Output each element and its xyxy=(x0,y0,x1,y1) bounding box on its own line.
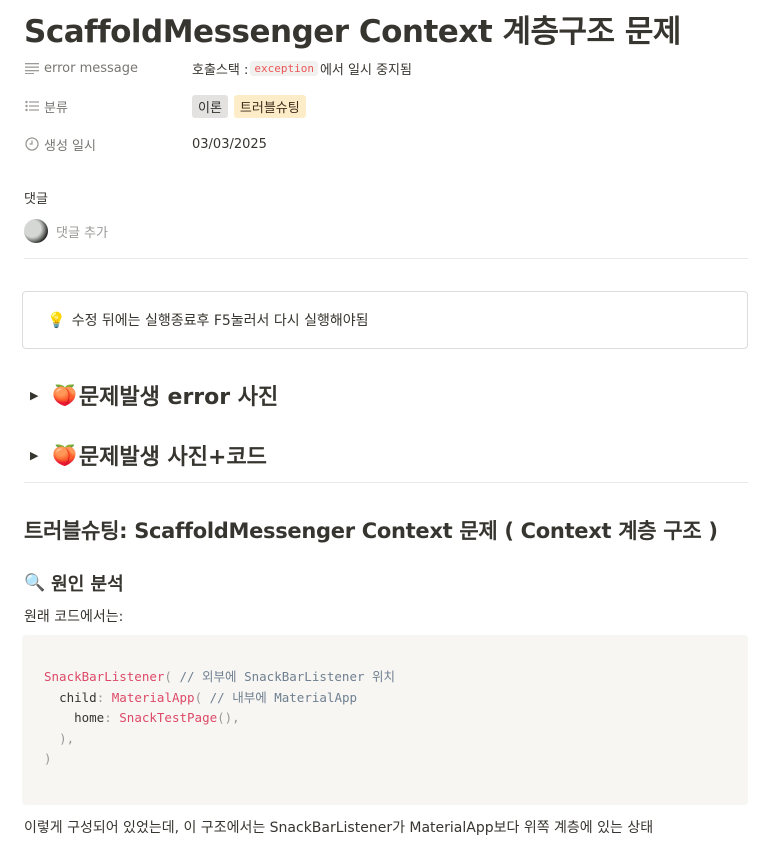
category-label: 분류 xyxy=(44,100,68,116)
callout-text: 수정 뒤에는 실행종료후 F5눌러서 다시 실행해야됨 xyxy=(71,313,369,329)
error-message-label: error message xyxy=(44,60,139,76)
comment-input[interactable]: 댓글 추가 xyxy=(56,222,108,241)
code-token: ), xyxy=(59,730,75,746)
property-category[interactable]: 분류 이론 트러블슈팅 xyxy=(24,91,312,121)
toggle-error-photo[interactable]: ▶ 🍑 문제발생 error 사진 xyxy=(30,379,278,411)
callout: 💡 수정 뒤에는 실행종료후 F5눌러서 다시 실행해야됨 xyxy=(22,291,748,349)
divider xyxy=(24,482,748,483)
error-message-value[interactable]: 호출스택 : exception 에서 일시 중지됨 xyxy=(192,59,412,78)
lightbulb-icon: 💡 xyxy=(47,311,66,329)
subsection-heading: 🔍 원인 분석 xyxy=(24,570,124,596)
code-comment: SnackBarListener xyxy=(244,669,365,684)
code-token: home xyxy=(74,710,105,725)
code-token: MaterialApp xyxy=(111,689,195,705)
code-comment: // 외부에 xyxy=(179,669,245,684)
code-token: SnackTestPage xyxy=(119,710,218,725)
divider xyxy=(24,258,748,259)
code-token: (), xyxy=(217,710,240,725)
code-comment: // 내부에 xyxy=(209,689,275,705)
toggle-arrow-icon[interactable]: ▶ xyxy=(30,389,52,402)
code-comment: 위치 xyxy=(364,669,396,684)
tag-theory[interactable]: 이론 xyxy=(192,94,228,118)
explanation-text: 이렇게 구성되어 있었는데, 이 구조에서는 SnackBarListener가… xyxy=(24,820,654,836)
code-token: SnackBarListener xyxy=(44,669,165,684)
code-token: ) xyxy=(44,751,52,766)
error-suffix: 에서 일시 중지됨 xyxy=(319,62,412,78)
magnifier-icon: 🔍 xyxy=(24,573,46,593)
bulleted-list-icon xyxy=(24,98,40,114)
subsection-heading-text: 원인 분석 xyxy=(51,574,124,595)
clock-icon xyxy=(24,136,40,152)
code-block[interactable]: SnackBarListener( // 외부에 SnackBarListene… xyxy=(22,635,748,805)
error-prefix: 호출스택 : xyxy=(192,62,249,78)
toggle-title: 문제발생 사진+코드 xyxy=(78,445,267,470)
created-label: 생성 일시 xyxy=(44,138,96,154)
toggle-arrow-icon[interactable]: ▶ xyxy=(30,449,52,462)
peach-icon: 🍑 xyxy=(52,383,77,407)
add-comment[interactable]: 댓글 추가 xyxy=(24,219,108,243)
toggle-title: 문제발생 error 사진 xyxy=(78,385,279,410)
toggle-photo-code[interactable]: ▶ 🍑 문제발생 사진+코드 xyxy=(30,439,267,471)
code-token: ( xyxy=(164,669,180,684)
code-comment: MaterialApp xyxy=(274,689,358,705)
property-error-message[interactable]: error message 호출스택 : exception 에서 일시 중지됨 xyxy=(24,53,412,83)
peach-icon: 🍑 xyxy=(52,443,77,467)
property-created[interactable]: 생성 일시 03/03/2025 xyxy=(24,129,267,159)
code-token: child xyxy=(59,689,97,705)
code-token: : xyxy=(96,689,112,705)
intro-text: 원래 코드에서는: xyxy=(24,609,124,625)
inline-code: exception xyxy=(250,60,318,76)
page-title: ScaffoldMessenger Context 계층구조 문제 xyxy=(24,14,681,50)
section-heading: 트러블슈팅: ScaffoldMessenger Context 문제 ( Co… xyxy=(24,519,718,543)
property-label: 분류 xyxy=(24,97,192,116)
avatar xyxy=(24,219,48,243)
text-lines-icon xyxy=(24,60,40,76)
comments-title: 댓글 xyxy=(24,192,48,207)
created-value: 03/03/2025 xyxy=(192,136,267,152)
property-label: error message xyxy=(24,60,192,76)
property-label: 생성 일시 xyxy=(24,135,192,154)
code-token: : xyxy=(104,710,120,725)
code-token: ( xyxy=(194,689,210,705)
tag-troubleshooting[interactable]: 트러블슈팅 xyxy=(233,94,306,118)
category-value[interactable]: 이론 트러블슈팅 xyxy=(192,94,312,118)
